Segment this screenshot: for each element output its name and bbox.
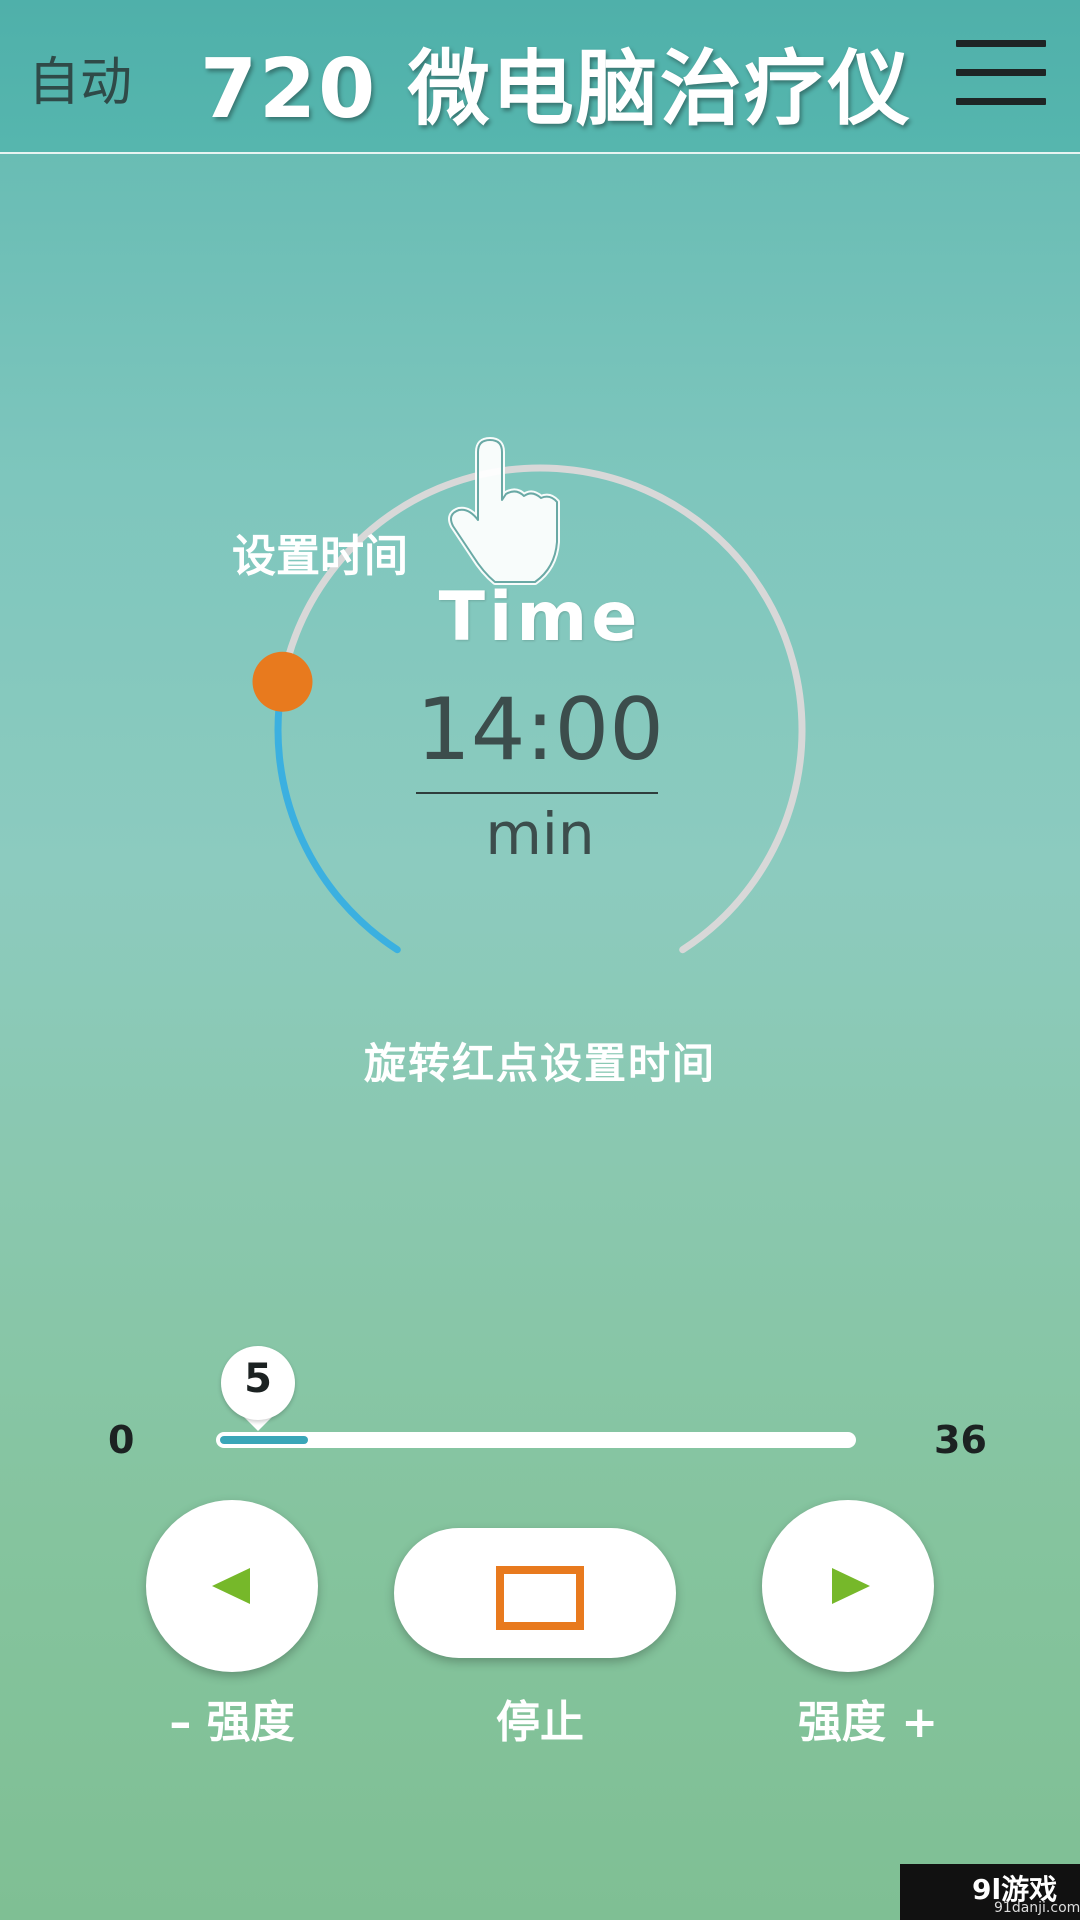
pointing-hand-icon: [448, 437, 560, 585]
decrease-intensity-label: – 强度: [169, 1697, 295, 1748]
slider-max-label: 36: [934, 1418, 987, 1462]
dial-knob[interactable]: [252, 651, 313, 712]
watermark-url: 91danji.com: [994, 1900, 1080, 1916]
app-title: 720 微电脑治疗仪: [200, 42, 912, 137]
right-arrow-icon: [832, 1568, 870, 1604]
intensity-value: 5: [244, 1356, 272, 1402]
time-word: Time: [438, 578, 642, 657]
stop-button[interactable]: [394, 1528, 676, 1658]
stop-label: 停止: [496, 1697, 584, 1748]
stop-icon: [496, 1566, 584, 1630]
dial-progress: [274, 678, 401, 954]
hamburger-menu-icon[interactable]: [956, 40, 1052, 110]
decrease-intensity-button[interactable]: [146, 1500, 318, 1672]
time-underline: [416, 792, 658, 794]
time-unit: min: [485, 800, 595, 868]
intensity-value-bubble[interactable]: 5: [215, 1346, 301, 1432]
increase-intensity-button[interactable]: [762, 1500, 934, 1672]
watermark: 9l游戏 91danji.com: [900, 1864, 1080, 1920]
left-arrow-icon: [212, 1568, 250, 1604]
time-value: 14:00: [416, 680, 664, 780]
intensity-slider[interactable]: [216, 1432, 856, 1448]
intensity-slider-fill: [220, 1436, 308, 1444]
app-header: 自动 720 微电脑治疗仪: [0, 0, 1080, 154]
rotate-hint: 旋转红点设置时间: [363, 1039, 716, 1088]
increase-intensity-label: 强度 +: [797, 1697, 939, 1748]
mode-label[interactable]: 自动: [28, 40, 132, 115]
set-time-label: 设置时间: [232, 531, 408, 582]
slider-min-label: 0: [108, 1418, 135, 1462]
